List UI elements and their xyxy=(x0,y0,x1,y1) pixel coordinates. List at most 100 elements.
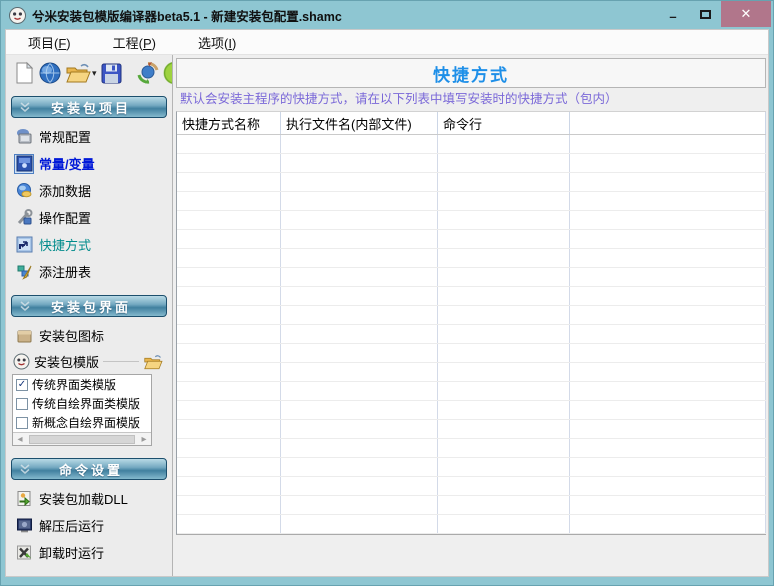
compile-button[interactable] xyxy=(136,60,160,86)
table-row[interactable] xyxy=(177,325,766,344)
table-row[interactable] xyxy=(177,382,766,401)
table-cell[interactable] xyxy=(438,173,570,191)
folder-icon[interactable] xyxy=(143,353,163,371)
table-row[interactable] xyxy=(177,135,766,154)
table-row[interactable] xyxy=(177,211,766,230)
table-cell[interactable] xyxy=(177,515,281,533)
table-row[interactable] xyxy=(177,515,766,534)
sidebar-item-operations-config[interactable]: 操作配置 xyxy=(9,204,169,231)
table-cell[interactable] xyxy=(281,401,438,419)
table-cell[interactable] xyxy=(570,496,766,514)
table-cell[interactable] xyxy=(438,496,570,514)
table-cell[interactable] xyxy=(570,135,766,153)
table-cell[interactable] xyxy=(177,496,281,514)
table-cell[interactable] xyxy=(570,154,766,172)
table-cell[interactable] xyxy=(570,249,766,267)
table-cell[interactable] xyxy=(438,135,570,153)
table-cell[interactable] xyxy=(281,439,438,457)
open-file-button[interactable] xyxy=(65,60,91,86)
table-cell[interactable] xyxy=(177,230,281,248)
table-cell[interactable] xyxy=(177,401,281,419)
table-cell[interactable] xyxy=(177,439,281,457)
table-cell[interactable] xyxy=(281,230,438,248)
template-option-new-concept[interactable]: ✓ 新概念自绘界面模版 xyxy=(13,413,151,432)
table-cell[interactable] xyxy=(281,249,438,267)
open-dropdown-arrow-icon[interactable]: ▾ xyxy=(92,68,97,79)
table-cell[interactable] xyxy=(438,401,570,419)
table-row[interactable] xyxy=(177,496,766,515)
titlebar[interactable]: 兮米安装包模版编译器beta5.1 - 新建安装包配置.shamc – ✕ xyxy=(1,1,773,29)
sidebar-item-add-data[interactable]: 添加数据 xyxy=(9,177,169,204)
sidebar-item-add-registry[interactable]: 添注册表 xyxy=(9,258,169,285)
table-cell[interactable] xyxy=(177,192,281,210)
table-cell[interactable] xyxy=(177,268,281,286)
table-cell[interactable] xyxy=(281,211,438,229)
sidebar-item-package-template[interactable]: 安装包模版 xyxy=(9,349,169,374)
globe-button[interactable] xyxy=(38,60,62,86)
minimize-button[interactable]: – xyxy=(657,1,689,27)
sidebar-item-shortcuts[interactable]: 快捷方式 xyxy=(9,231,169,258)
table-cell[interactable] xyxy=(438,477,570,495)
table-cell[interactable] xyxy=(281,173,438,191)
table-cell[interactable] xyxy=(281,458,438,476)
table-cell[interactable] xyxy=(438,306,570,324)
table-cell[interactable] xyxy=(570,192,766,210)
table-cell[interactable] xyxy=(570,439,766,457)
table-row[interactable] xyxy=(177,192,766,211)
table-cell[interactable] xyxy=(281,287,438,305)
sidebar-item-constants-variables[interactable]: 常量/变量 xyxy=(9,150,169,177)
table-cell[interactable] xyxy=(570,515,766,533)
table-row[interactable] xyxy=(177,363,766,382)
table-row[interactable] xyxy=(177,420,766,439)
table-cell[interactable] xyxy=(570,420,766,438)
table-cell[interactable] xyxy=(438,420,570,438)
table-cell[interactable] xyxy=(438,344,570,362)
table-cell[interactable] xyxy=(438,382,570,400)
table-row[interactable] xyxy=(177,344,766,363)
table-cell[interactable] xyxy=(177,477,281,495)
table-cell[interactable] xyxy=(570,211,766,229)
table-cell[interactable] xyxy=(281,515,438,533)
new-file-button[interactable] xyxy=(13,60,35,86)
table-cell[interactable] xyxy=(281,325,438,343)
sidebar-item-package-icon[interactable]: 安装包图标 xyxy=(9,322,169,349)
table-cell[interactable] xyxy=(177,382,281,400)
table-cell[interactable] xyxy=(438,268,570,286)
table-cell[interactable] xyxy=(281,382,438,400)
table-cell[interactable] xyxy=(281,477,438,495)
template-option-classic-custom[interactable]: ✓ 传统自绘界面类模版 xyxy=(13,394,151,413)
table-row[interactable] xyxy=(177,287,766,306)
scrollbar-thumb[interactable] xyxy=(29,435,135,444)
checkbox-icon[interactable]: ✓ xyxy=(16,379,28,391)
table-cell[interactable] xyxy=(570,363,766,381)
table-cell[interactable] xyxy=(177,344,281,362)
table-cell[interactable] xyxy=(570,382,766,400)
table-cell[interactable] xyxy=(281,135,438,153)
table-row[interactable] xyxy=(177,439,766,458)
table-cell[interactable] xyxy=(177,135,281,153)
table-row[interactable] xyxy=(177,230,766,249)
table-cell[interactable] xyxy=(570,477,766,495)
table-row[interactable] xyxy=(177,306,766,325)
table-cell[interactable] xyxy=(177,287,281,305)
table-cell[interactable] xyxy=(177,325,281,343)
table-cell[interactable] xyxy=(281,192,438,210)
table-cell[interactable] xyxy=(570,401,766,419)
table-row[interactable] xyxy=(177,268,766,287)
table-cell[interactable] xyxy=(177,363,281,381)
menu-item-project[interactable]: 项目(F) xyxy=(16,30,83,55)
table-cell[interactable] xyxy=(177,211,281,229)
scroll-left-icon[interactable]: ◂ xyxy=(13,434,27,445)
table-cell[interactable] xyxy=(438,192,570,210)
table-cell[interactable] xyxy=(438,515,570,533)
horizontal-scrollbar[interactable]: ◂ ▸ xyxy=(13,432,151,445)
table-cell[interactable] xyxy=(177,458,281,476)
sidebar-item-run-after-extract[interactable]: 解压后运行 xyxy=(9,512,169,539)
table-cell[interactable] xyxy=(438,154,570,172)
table-row[interactable] xyxy=(177,154,766,173)
save-button[interactable] xyxy=(100,60,123,86)
table-cell[interactable] xyxy=(281,363,438,381)
table-cell[interactable] xyxy=(438,325,570,343)
table-cell[interactable] xyxy=(570,325,766,343)
column-header-shortcut-name[interactable]: 快捷方式名称 xyxy=(177,112,281,134)
